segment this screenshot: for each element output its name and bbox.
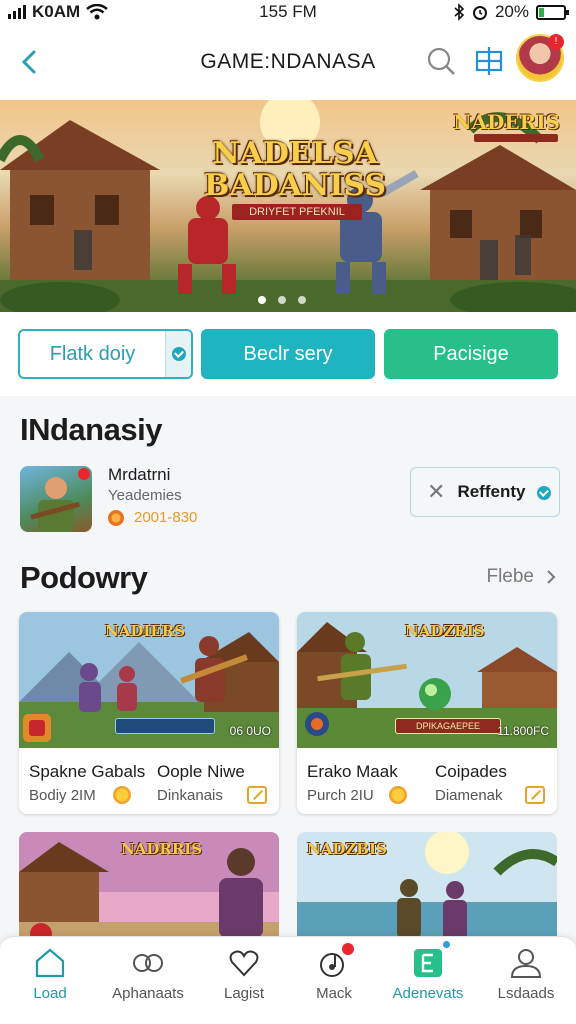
hero-banner[interactable]: NADELSA BADANISS DRIYFET PFEKNIL NADERIS: [0, 100, 576, 312]
sun-icon: [389, 786, 407, 804]
game-card-logo: NADRRIS: [121, 840, 203, 858]
dropdown-toggle[interactable]: [165, 331, 191, 377]
coin-icon: [108, 509, 124, 526]
game-card-progress: [115, 718, 215, 734]
carousel-dot[interactable]: [258, 296, 266, 304]
game-card-peek[interactable]: NADRRIS: [19, 832, 279, 952]
profile-icon: [510, 949, 542, 978]
notification-badge: !: [548, 34, 564, 50]
hero-corner-logo: NADERIS: [453, 110, 560, 134]
game-card-subtitle: Purch 2IU: [307, 787, 374, 804]
app-header: GAME:NDANASA !: [0, 24, 576, 100]
heart-icon: [229, 950, 259, 977]
nav-item-adenevats[interactable]: Adenevats: [380, 941, 476, 1009]
featured-game-meta: 2001-830: [108, 509, 197, 526]
refresh-label: Reffenty: [457, 482, 526, 501]
game-card-title: Spakne Gabals: [29, 762, 146, 781]
home-icon: [35, 948, 65, 978]
game-card-peek[interactable]: NADZBIS: [297, 832, 557, 952]
featured-game-genre: Yeademies: [108, 487, 182, 504]
section-title-popular: Podowry: [20, 560, 148, 595]
carousel-dot[interactable]: [278, 296, 286, 304]
game-card-banner: DPIKAGAEPEE: [395, 718, 501, 734]
game-card-title-secondary: Coipades: [435, 762, 507, 781]
sun-icon: [113, 786, 131, 804]
nav-item-achievements[interactable]: Aphanaats: [100, 945, 196, 1009]
nav-item-mack[interactable]: Mack: [286, 943, 382, 1009]
controller-icon: [133, 954, 163, 972]
close-icon[interactable]: ✕: [427, 479, 445, 505]
edit-icon[interactable]: [247, 786, 267, 804]
alarm-icon: [472, 6, 487, 20]
notification-badge: [342, 943, 354, 955]
battery-percent: 20%: [494, 2, 529, 21]
hero-corner-ribbon: [474, 134, 558, 142]
carousel-dots[interactable]: [258, 296, 306, 304]
filter-grid-icon[interactable]: [472, 44, 506, 78]
action-button-outline[interactable]: Flatk doiy: [18, 329, 193, 379]
search-icon[interactable]: [424, 44, 458, 78]
bottom-navigation: Load Aphanaats Lagist Mack Adenevats Lsd…: [0, 936, 576, 1024]
bluetooth-icon: [454, 3, 465, 21]
game-card-tag: 06 0UO: [229, 724, 271, 738]
game-card-subtitle: Bodiy 2IM: [29, 787, 96, 804]
shield-check-icon: [171, 347, 186, 361]
game-card[interactable]: NADIERS 06 0UO Spakne Gabals Oople Niwe …: [19, 612, 279, 814]
game-card-title-secondary: Oople Niwe: [157, 762, 245, 781]
shield-check-icon: [537, 486, 551, 500]
battery-icon: [536, 4, 569, 20]
action-row: Flatk doiy Beclr sery Pacisige: [0, 312, 576, 396]
game-card-logo: NADIERS: [105, 622, 186, 640]
status-dot: [443, 941, 450, 948]
section-title-featured: INdanasiy: [20, 412, 162, 447]
hero-title: NADELSA BADANISS: [203, 136, 387, 203]
refresh-button[interactable]: ✕ Reffenty: [410, 467, 560, 517]
edit-icon[interactable]: [525, 786, 545, 804]
avatar[interactable]: !: [516, 34, 564, 82]
game-card-logo: NADZBIS: [307, 840, 387, 858]
game-card[interactable]: NADZRIS DPIKAGAEPEE 11.800FC Erako Maak …: [297, 612, 557, 814]
hero-subtitle: DRIYFET PFEKNIL: [232, 204, 362, 220]
see-more-link[interactable]: Flebe: [486, 566, 556, 588]
action-label: Flatk doiy: [49, 342, 136, 365]
new-badge: [78, 468, 90, 480]
chevron-right-icon: [547, 570, 556, 584]
action-button-teal[interactable]: Beclr sery: [201, 329, 375, 379]
nav-item-load[interactable]: Load: [2, 945, 98, 1009]
notes-icon: [316, 943, 354, 981]
game-card-logo: NADZRIS: [405, 622, 485, 640]
featured-game-name[interactable]: Mrdatrni: [108, 465, 170, 485]
status-bar: K0AM 155 FM 20%: [0, 0, 576, 24]
game-card-title: Erako Maak: [307, 762, 398, 781]
game-card-tag: 11.800FC: [497, 724, 549, 738]
nav-item-lagist[interactable]: Lagist: [196, 945, 292, 1009]
game-card-subtitle-secondary: Diamenak: [435, 787, 503, 804]
game-card-subtitle-secondary: Dinkanais: [157, 787, 223, 804]
app-icon: [410, 941, 450, 981]
carousel-dot[interactable]: [298, 296, 306, 304]
action-button-green[interactable]: Pacisige: [384, 329, 558, 379]
nav-item-profile[interactable]: Lsdaads: [478, 945, 574, 1009]
featured-game-thumbnail[interactable]: [20, 466, 92, 532]
